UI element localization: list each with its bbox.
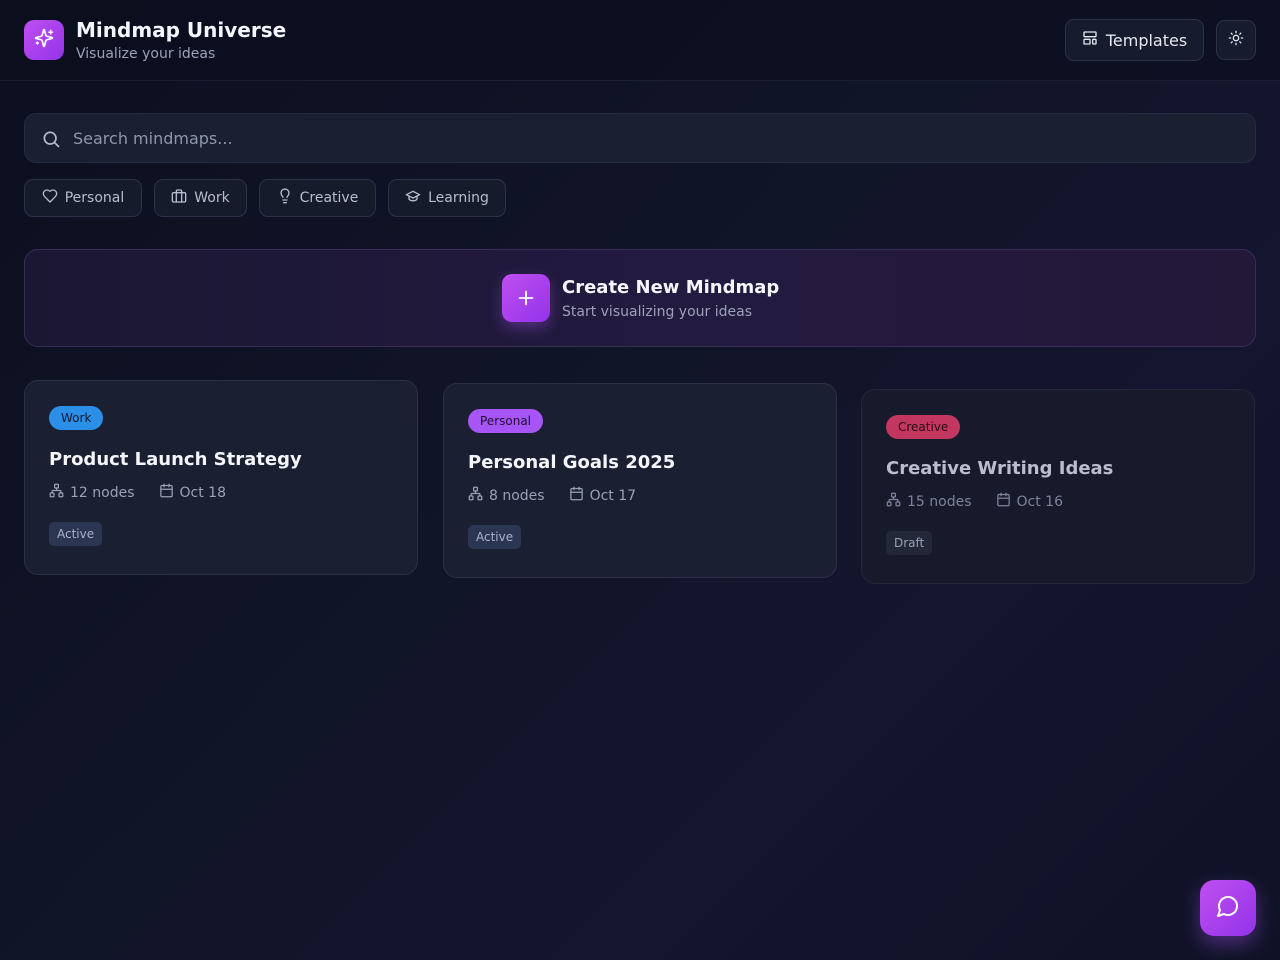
lightbulb-icon: [277, 188, 293, 208]
chat-button[interactable]: [1200, 880, 1256, 936]
theme-toggle-button[interactable]: [1216, 20, 1256, 60]
mindmap-card[interactable]: Creative Creative Writing Ideas 15 nodes…: [861, 389, 1255, 584]
layout-template-icon: [1082, 30, 1098, 50]
sun-icon: [1228, 30, 1244, 50]
heart-icon: [42, 188, 58, 208]
card-title: Creative Writing Ideas: [886, 458, 1114, 479]
network-icon: [886, 492, 901, 511]
briefcase-icon: [171, 188, 187, 208]
filter-chip-learning[interactable]: Learning: [388, 179, 506, 217]
filter-chip-work[interactable]: Work: [154, 179, 247, 217]
mindmap-card[interactable]: Personal Personal Goals 2025 8 nodes Oct…: [443, 383, 837, 578]
mindmap-card[interactable]: Work Product Launch Strategy 12 nodes Oc…: [24, 380, 418, 575]
plus-icon: [502, 274, 550, 322]
sparkles-icon: [34, 28, 54, 52]
status-badge: Active: [468, 525, 522, 549]
app-title: Mindmap Universe: [76, 18, 287, 42]
app-header: Mindmap Universe Visualize your ideas Te…: [0, 0, 1280, 81]
card-meta: 8 nodes Oct 17: [468, 486, 636, 505]
create-subtitle: Start visualizing your ideas: [562, 304, 752, 320]
create-mindmap-card[interactable]: Create New Mindmap Start visualizing you…: [24, 249, 1256, 347]
templates-button[interactable]: Templates: [1065, 19, 1204, 61]
app-logo: [24, 20, 64, 60]
templates-label: Templates: [1105, 30, 1188, 50]
card-date: Oct 16: [1016, 493, 1063, 510]
filter-chip-creative[interactable]: Creative: [259, 179, 376, 217]
search-input[interactable]: [73, 114, 1233, 162]
category-tag: Work: [49, 406, 104, 430]
network-icon: [49, 483, 64, 502]
calendar-icon: [996, 492, 1011, 511]
filter-label: Creative: [299, 190, 359, 206]
graduation-cap-icon: [405, 188, 421, 208]
card-title: Personal Goals 2025: [468, 452, 676, 473]
network-icon: [468, 486, 483, 505]
search-icon: [41, 129, 61, 153]
status-badge: Draft: [886, 531, 933, 555]
card-date: Oct 18: [179, 484, 226, 501]
node-count: 12 nodes: [70, 484, 135, 501]
create-title: Create New Mindmap: [562, 277, 780, 298]
card-title: Product Launch Strategy: [49, 449, 302, 470]
category-tag: Personal: [468, 409, 544, 433]
calendar-icon: [569, 486, 584, 505]
filter-chip-personal[interactable]: Personal: [24, 179, 142, 217]
node-count: 15 nodes: [907, 493, 972, 510]
card-meta: 12 nodes Oct 18: [49, 483, 226, 502]
filter-label: Learning: [428, 190, 489, 206]
app-subtitle: Visualize your ideas: [76, 46, 216, 62]
card-meta: 15 nodes Oct 16: [886, 492, 1063, 511]
filter-label: Personal: [64, 190, 125, 206]
calendar-icon: [159, 483, 174, 502]
card-date: Oct 17: [589, 487, 637, 504]
category-tag: Creative: [886, 415, 961, 439]
status-badge: Active: [49, 522, 103, 546]
search-bar: [24, 113, 1256, 163]
message-circle-icon: [1216, 894, 1240, 922]
filter-label: Work: [194, 190, 230, 206]
node-count: 8 nodes: [489, 487, 545, 504]
